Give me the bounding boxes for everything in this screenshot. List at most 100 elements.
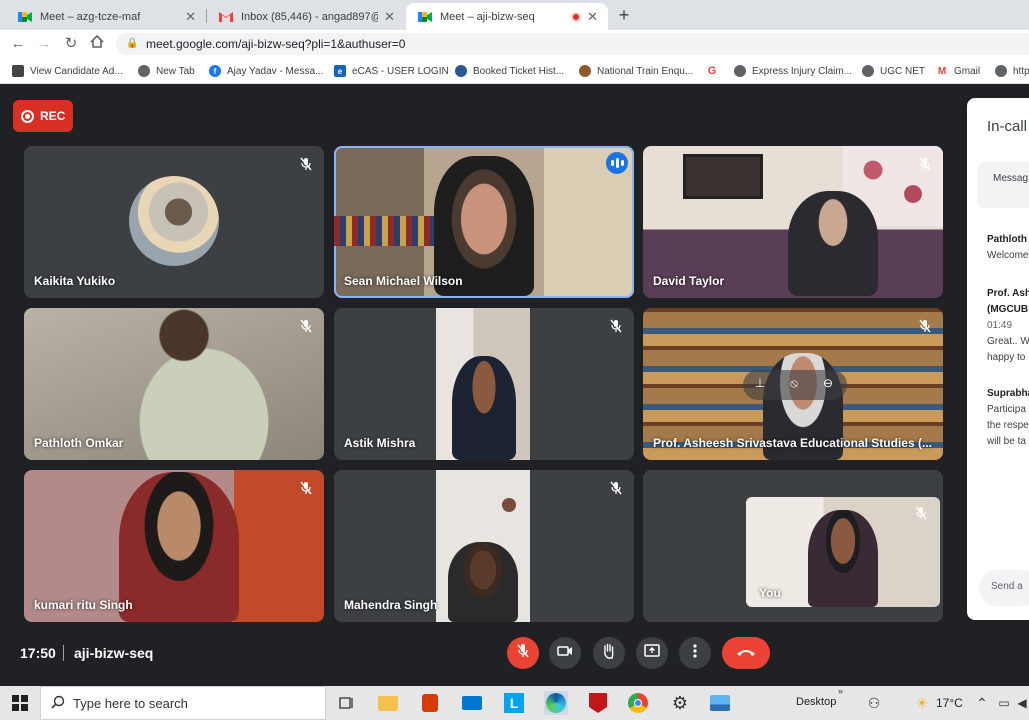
bookmark-item[interactable]: Express Injury Claim... — [734, 63, 852, 79]
browser-tab-strip: Meet – azg-tcze-maf ✕ Inbox (85,446) - a… — [0, 0, 1029, 30]
office-icon[interactable] — [418, 691, 442, 715]
people-icon[interactable]: ⚇ — [862, 691, 886, 715]
more-options-button[interactable] — [679, 637, 711, 669]
bookmark-label: View Candidate Ad... — [30, 65, 123, 77]
send-message-input[interactable]: Send a — [979, 570, 1029, 606]
camera-toggle-button[interactable] — [549, 637, 581, 669]
bookmark-label: UGC NET — [880, 65, 925, 77]
tab-close-icon[interactable]: ✕ — [384, 9, 395, 25]
participant-name: Astik Mishra — [344, 436, 416, 450]
participant-name: David Taylor — [653, 274, 725, 288]
chevron-double-right-icon[interactable]: » — [838, 686, 843, 696]
hand-icon — [602, 643, 616, 664]
tab-title: Inbox (85,446) - angad897@gma — [241, 10, 378, 23]
message-sender: Pathloth — [987, 234, 1027, 245]
pin-icon[interactable]: ⊥ — [751, 376, 769, 394]
bookmark-label: Booked Ticket Hist... — [473, 65, 565, 77]
volume-icon[interactable]: ◀ — [1010, 691, 1029, 715]
participant-tile[interactable]: Kaikita Yukiko — [24, 146, 324, 298]
participant-tile[interactable]: Astik Mishra — [334, 308, 634, 460]
present-screen-button[interactable] — [636, 637, 668, 669]
bookmark-item[interactable]: Booked Ticket Hist... — [455, 63, 564, 79]
participant-tile[interactable]: Mahendra Singh — [334, 470, 634, 622]
app-l-icon[interactable]: L — [502, 691, 526, 715]
mic-off-icon — [296, 154, 316, 174]
settings-gear-icon[interactable]: ⚙ — [668, 691, 692, 715]
lock-icon: 🔒 — [126, 38, 139, 49]
message-sender: Prof. Ash — [987, 288, 1029, 299]
message-text: will be ta — [987, 436, 1026, 447]
bookmark-item[interactable]: National Train Enqu... — [579, 63, 693, 79]
chevron-up-icon[interactable]: ⌃ — [970, 691, 994, 715]
leave-call-button[interactable] — [722, 637, 770, 669]
chat-message: Prof. Ash (MGCUB 01:49 Great.. W happy t… — [987, 286, 1029, 366]
mail-icon[interactable] — [460, 691, 484, 715]
message-text: happy to — [987, 352, 1026, 363]
browser-toolbar: ← → ↻ 🔒 meet.google.com/aji-bizw-seq?pli… — [0, 30, 1029, 58]
participant-tile[interactable]: David Taylor — [643, 146, 943, 298]
weather-icon[interactable]: ☀ — [910, 691, 934, 715]
train-icon — [455, 65, 467, 77]
camera-icon — [557, 644, 573, 662]
temperature[interactable]: 17°C — [936, 696, 963, 710]
windows-taskbar: Type here to search L ⚙ » Desktop ⚇ ☀ 17… — [0, 686, 1029, 720]
tab-close-icon[interactable]: ✕ — [587, 9, 598, 25]
chrome-icon[interactable] — [626, 691, 650, 715]
bookmark-item[interactable]: New Tab — [138, 63, 195, 79]
bookmark-item[interactable]: M Gmail — [936, 63, 980, 79]
mic-off-icon — [296, 478, 316, 498]
meet-icon — [18, 10, 32, 24]
file-explorer-icon[interactable] — [376, 691, 400, 715]
tab-meet-azg[interactable]: Meet – azg-tcze-maf ✕ — [6, 3, 206, 30]
participant-name: You — [759, 586, 781, 600]
bookmark-item[interactable]: http — [995, 63, 1029, 79]
home-icon[interactable] — [87, 34, 107, 54]
reload-icon[interactable]: ↻ — [61, 34, 81, 54]
tab-meet-aji[interactable]: Meet – aji-bizw-seq ✕ — [406, 3, 608, 30]
bookmark-item[interactable]: G — [706, 63, 724, 79]
mic-toggle-button[interactable] — [507, 637, 539, 669]
record-icon — [21, 109, 34, 123]
bookmark-label: National Train Enqu... — [597, 65, 694, 77]
bookmark-label: Gmail — [954, 65, 981, 77]
avatar — [129, 176, 219, 266]
video-feed — [104, 308, 304, 460]
raise-hand-button[interactable] — [593, 637, 625, 669]
bookmark-item[interactable]: UGC NET — [862, 63, 925, 79]
train-icon — [579, 65, 591, 77]
participant-tile[interactable]: Pathloth Omkar — [24, 308, 324, 460]
edge-icon[interactable] — [544, 691, 568, 715]
tab-close-icon[interactable]: ✕ — [185, 9, 196, 25]
desktop-toolbar-label[interactable]: Desktop — [796, 696, 836, 708]
participant-name: Kaikita Yukiko — [34, 274, 116, 288]
message-time: 01:49 — [987, 320, 1013, 331]
remove-participant-icon[interactable]: ⊖ — [819, 376, 837, 394]
bookmark-label: eCAS - USER LOGIN — [352, 65, 449, 77]
participant-tile-self[interactable]: You — [643, 470, 943, 622]
bookmark-item[interactable]: e eCAS - USER LOGIN — [334, 63, 449, 79]
address-bar[interactable]: 🔒 meet.google.com/aji-bizw-seq?pli=1&aut… — [116, 33, 1029, 55]
windows-start-icon[interactable] — [8, 691, 32, 715]
new-tab-button[interactable]: + — [612, 4, 636, 26]
tab-gmail-inbox[interactable]: Inbox (85,446) - angad897@gma ✕ — [207, 3, 405, 30]
taskbar-search-input[interactable]: Type here to search — [40, 686, 326, 720]
mic-off-icon — [606, 316, 626, 336]
video-feed — [334, 216, 434, 246]
participant-name: Mahendra Singh — [344, 598, 438, 612]
bookmark-item[interactable]: View Candidate Ad... — [12, 63, 123, 79]
participant-tile[interactable]: Sean Michael Wilson — [334, 146, 634, 298]
task-view-icon[interactable] — [335, 691, 359, 715]
participant-tile[interactable]: kumari ritu Singh — [24, 470, 324, 622]
mute-participant-icon[interactable]: ⦸ — [785, 376, 803, 394]
in-call-messages-panel: In-call Messag Pathloth Welcome Prof. As… — [967, 98, 1029, 620]
photos-icon[interactable] — [708, 691, 732, 715]
gmail-icon — [219, 10, 233, 24]
bookmark-item[interactable]: f Ajay Yadav - Messa... — [209, 63, 323, 79]
mcafee-icon[interactable] — [586, 691, 610, 715]
participant-name: kumari ritu Singh — [34, 598, 133, 612]
forward-icon[interactable]: → — [34, 34, 54, 54]
back-icon[interactable]: ← — [8, 34, 28, 54]
message-text: Welcome — [987, 250, 1029, 261]
participant-tile[interactable]: ⊥ ⦸ ⊖ Prof. Asheesh Srivastava Education… — [643, 308, 943, 460]
mic-off-icon — [911, 503, 931, 523]
